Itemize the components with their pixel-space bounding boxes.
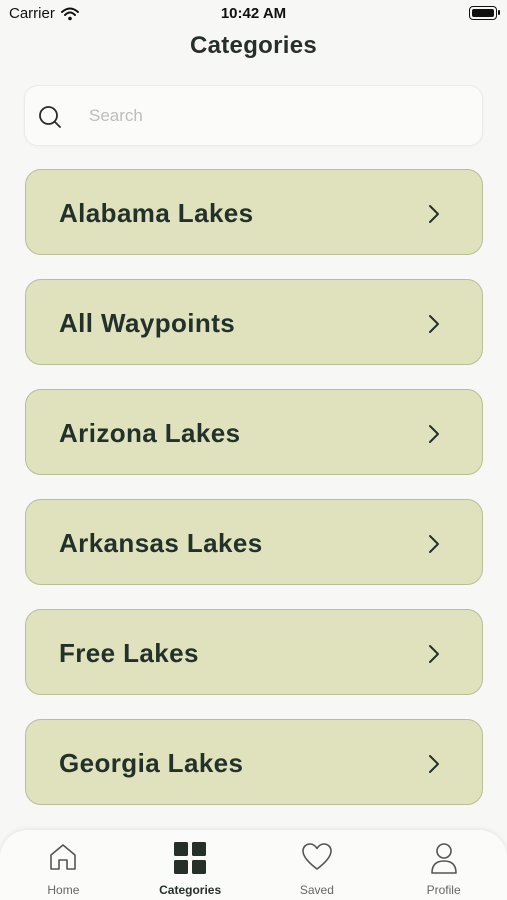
- chevron-right-icon: [429, 645, 439, 663]
- tab-label: Categories: [159, 883, 222, 897]
- status-bar: Carrier 10:42 AM: [0, 0, 507, 28]
- tab-label: Profile: [426, 883, 461, 897]
- search-bar[interactable]: [24, 85, 483, 146]
- category-label: Arkansas Lakes: [59, 528, 263, 558]
- category-item-free-lakes[interactable]: Free Lakes: [25, 609, 483, 695]
- battery-fill: [472, 9, 494, 17]
- chevron-right-icon: [429, 315, 439, 333]
- category-item-all-waypoints[interactable]: All Waypoints: [25, 279, 483, 365]
- tab-home[interactable]: Home: [0, 830, 127, 900]
- page-title: Categories: [189, 32, 318, 59]
- battery-icon: [469, 6, 500, 20]
- category-label: Alabama Lakes: [59, 198, 254, 228]
- category-label: Arizona Lakes: [59, 418, 241, 448]
- tab-label: Home: [47, 883, 80, 897]
- category-item-arkansas-lakes[interactable]: Arkansas Lakes: [25, 499, 483, 585]
- category-item-georgia-lakes[interactable]: Georgia Lakes: [25, 719, 483, 805]
- chevron-right-icon: [429, 755, 439, 773]
- chevron-right-icon: [429, 535, 439, 553]
- search-icon: [39, 106, 61, 128]
- search-input[interactable]: [89, 98, 469, 134]
- tab-label: Saved: [299, 883, 334, 897]
- category-label: All Waypoints: [59, 308, 236, 338]
- home-icon: [50, 844, 77, 870]
- tab-profile[interactable]: Profile: [380, 830, 507, 900]
- person-icon: [430, 843, 457, 874]
- status-time: 10:42 AM: [220, 5, 287, 22]
- chevron-right-icon: [429, 425, 439, 443]
- category-list: Alabama Lakes All Waypoints Arizona Lake…: [25, 169, 483, 829]
- category-item-alabama-lakes[interactable]: Alabama Lakes: [25, 169, 483, 255]
- grid-icon: [174, 842, 207, 874]
- heart-icon: [302, 843, 332, 870]
- tab-categories[interactable]: Categories: [127, 830, 254, 900]
- tab-bar: Home Categories Saved Profile: [0, 830, 507, 900]
- category-item-arizona-lakes[interactable]: Arizona Lakes: [25, 389, 483, 475]
- chevron-right-icon: [429, 205, 439, 223]
- category-label: Free Lakes: [59, 638, 199, 668]
- category-label: Georgia Lakes: [59, 748, 244, 778]
- tab-saved[interactable]: Saved: [254, 830, 381, 900]
